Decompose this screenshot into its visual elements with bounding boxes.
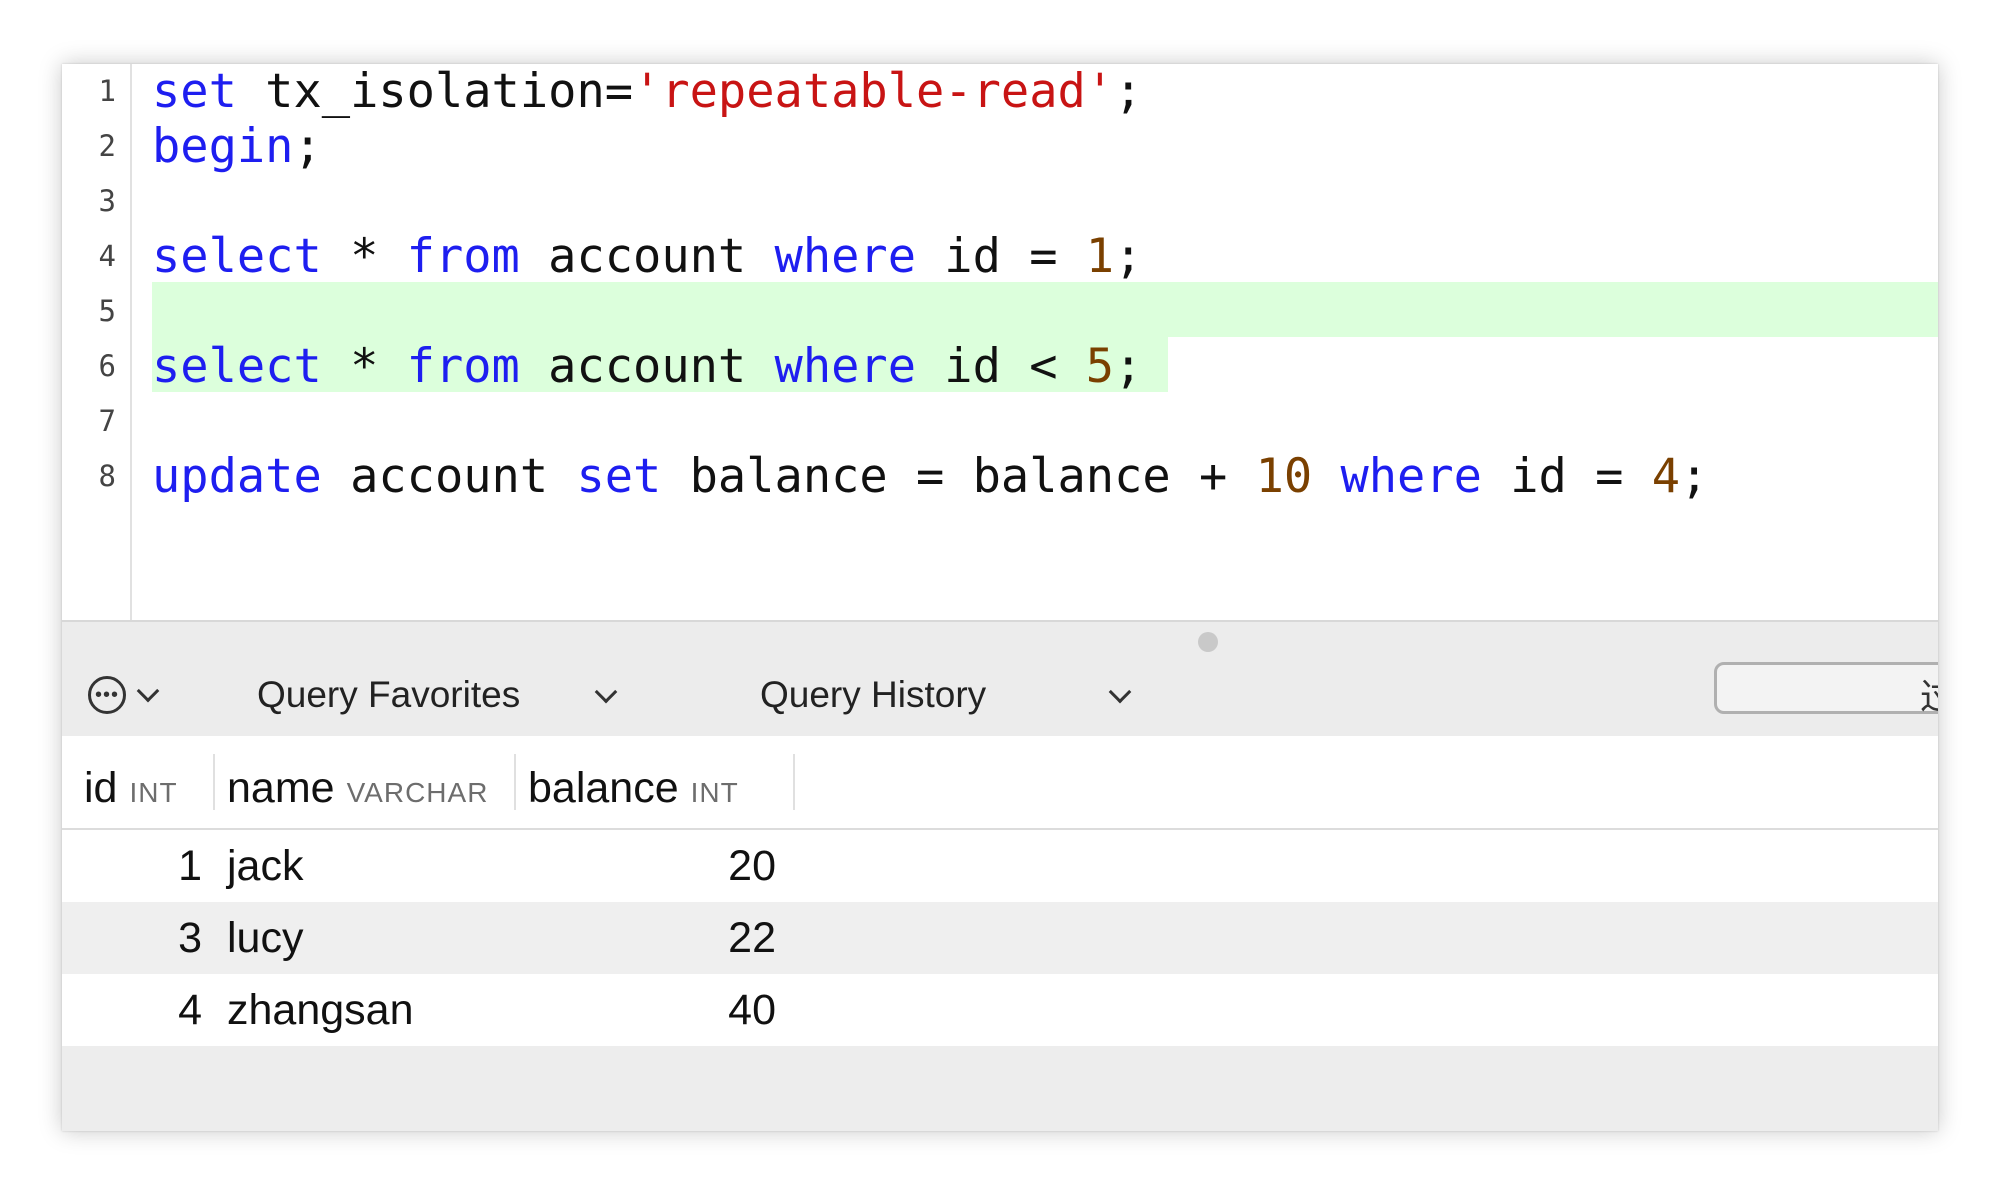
sql-text: ; bbox=[1114, 229, 1143, 284]
sql-number: 10 bbox=[1255, 449, 1313, 504]
sql-text: id = bbox=[916, 229, 1086, 284]
sql-text: id = bbox=[1481, 449, 1652, 504]
cell-id[interactable]: 4 bbox=[132, 974, 202, 1046]
sql-text: ; bbox=[293, 119, 322, 174]
chevron-down-icon[interactable] bbox=[1108, 680, 1132, 704]
sql-keyword: from bbox=[406, 229, 520, 284]
sql-text: * bbox=[321, 339, 407, 394]
code-line[interactable]: begin; bbox=[152, 119, 322, 174]
sql-keyword: begin bbox=[152, 119, 294, 174]
sql-keyword: where bbox=[774, 229, 917, 284]
sql-text: tx_isolation= bbox=[236, 64, 634, 119]
column-divider[interactable] bbox=[213, 754, 215, 810]
line-number: 3 bbox=[98, 184, 116, 218]
sql-keyword: set bbox=[152, 64, 237, 119]
code-line[interactable]: select * from account where id = 1; bbox=[152, 229, 1142, 284]
line-number: 5 bbox=[98, 294, 116, 328]
sql-text: ; bbox=[1114, 64, 1143, 119]
line-number: 2 bbox=[98, 129, 116, 163]
cell-name[interactable]: jack bbox=[227, 830, 303, 902]
sql-keyword: where bbox=[1340, 449, 1482, 504]
code-line[interactable]: select * from account where id < 5; bbox=[152, 339, 1142, 394]
more-actions-button[interactable]: ••• bbox=[88, 672, 172, 718]
sql-keyword: where bbox=[774, 339, 917, 394]
line-number: 4 bbox=[98, 239, 116, 273]
column-name: balance bbox=[528, 764, 679, 812]
table-row[interactable]: 4 zhangsan 40 bbox=[62, 974, 1938, 1046]
line-number: 1 bbox=[98, 74, 116, 108]
sql-number: 5 bbox=[1085, 339, 1115, 394]
cell-id[interactable]: 1 bbox=[132, 830, 202, 902]
search-field[interactable] bbox=[1714, 662, 1938, 714]
query-history-button[interactable]: Query History bbox=[760, 672, 986, 718]
line-number: 6 bbox=[98, 349, 116, 383]
sql-text: account bbox=[321, 449, 577, 504]
grid-header: id INT name VARCHAR balance INT bbox=[62, 736, 1938, 830]
sql-keyword: select bbox=[152, 339, 322, 394]
sql-text: ; bbox=[1114, 339, 1143, 394]
sql-text: account bbox=[519, 339, 775, 394]
sql-text: * bbox=[321, 229, 407, 284]
cell-balance[interactable]: 22 bbox=[632, 902, 776, 974]
results-grid: id INT name VARCHAR balance INT 1 jack 20 3… bbox=[62, 736, 1938, 1131]
current-line-highlight bbox=[152, 282, 1938, 337]
sql-text: id < bbox=[916, 339, 1086, 394]
cell-balance[interactable]: 20 bbox=[632, 830, 776, 902]
table-row[interactable]: 1 jack 20 bbox=[62, 830, 1938, 902]
cell-id[interactable]: 3 bbox=[132, 902, 202, 974]
search-field-text: 过 bbox=[1920, 668, 1938, 720]
line-number: 8 bbox=[98, 459, 116, 493]
column-type: VARCHAR bbox=[346, 777, 489, 808]
cell-balance[interactable]: 40 bbox=[632, 974, 776, 1046]
line-number: 7 bbox=[98, 404, 116, 438]
column-header-balance[interactable]: balance INT bbox=[528, 760, 739, 816]
sql-text: account bbox=[519, 229, 775, 284]
column-name: name bbox=[227, 764, 335, 812]
column-type: INT bbox=[129, 777, 178, 808]
query-favorites-button[interactable]: Query Favorites bbox=[257, 672, 520, 718]
sql-keyword: set bbox=[576, 449, 662, 504]
column-type: INT bbox=[690, 777, 739, 808]
column-header-name[interactable]: name VARCHAR bbox=[227, 760, 488, 816]
code-line[interactable]: update account set balance = balance + 1… bbox=[152, 449, 1708, 504]
chevron-down-icon bbox=[136, 679, 160, 703]
line-number-gutter: 1 2 3 4 5 6 7 8 bbox=[62, 64, 132, 620]
sql-text: ; bbox=[1680, 449, 1709, 504]
column-header-id[interactable]: id INT bbox=[84, 760, 178, 816]
sql-keyword: from bbox=[406, 339, 520, 394]
sql-string: 'repeatable-read' bbox=[633, 64, 1115, 119]
sql-keyword: update bbox=[152, 449, 322, 504]
cell-name[interactable]: zhangsan bbox=[227, 974, 414, 1046]
sql-number: 1 bbox=[1085, 229, 1115, 284]
column-divider[interactable] bbox=[514, 754, 516, 810]
sql-keyword: select bbox=[152, 229, 322, 284]
query-window: 1 2 3 4 5 6 7 8 set tx_isolation='repeat… bbox=[62, 64, 1938, 1131]
column-divider[interactable] bbox=[793, 754, 795, 810]
sql-number: 4 bbox=[1651, 449, 1681, 504]
code-line[interactable]: set tx_isolation='repeatable-read'; bbox=[152, 64, 1142, 119]
query-toolbar: ••• Query Favorites Query History 过 bbox=[62, 620, 1938, 738]
ellipsis-circle-icon: ••• bbox=[88, 676, 126, 714]
column-name: id bbox=[84, 764, 118, 812]
sql-editor[interactable]: 1 2 3 4 5 6 7 8 set tx_isolation='repeat… bbox=[62, 64, 1938, 620]
chevron-down-icon[interactable] bbox=[594, 680, 618, 704]
splitter-handle[interactable] bbox=[1198, 632, 1218, 652]
empty-row-area bbox=[62, 1046, 1938, 1131]
cell-name[interactable]: lucy bbox=[227, 902, 303, 974]
table-row[interactable]: 3 lucy 22 bbox=[62, 902, 1938, 974]
sql-text: balance = balance + bbox=[661, 449, 1256, 504]
